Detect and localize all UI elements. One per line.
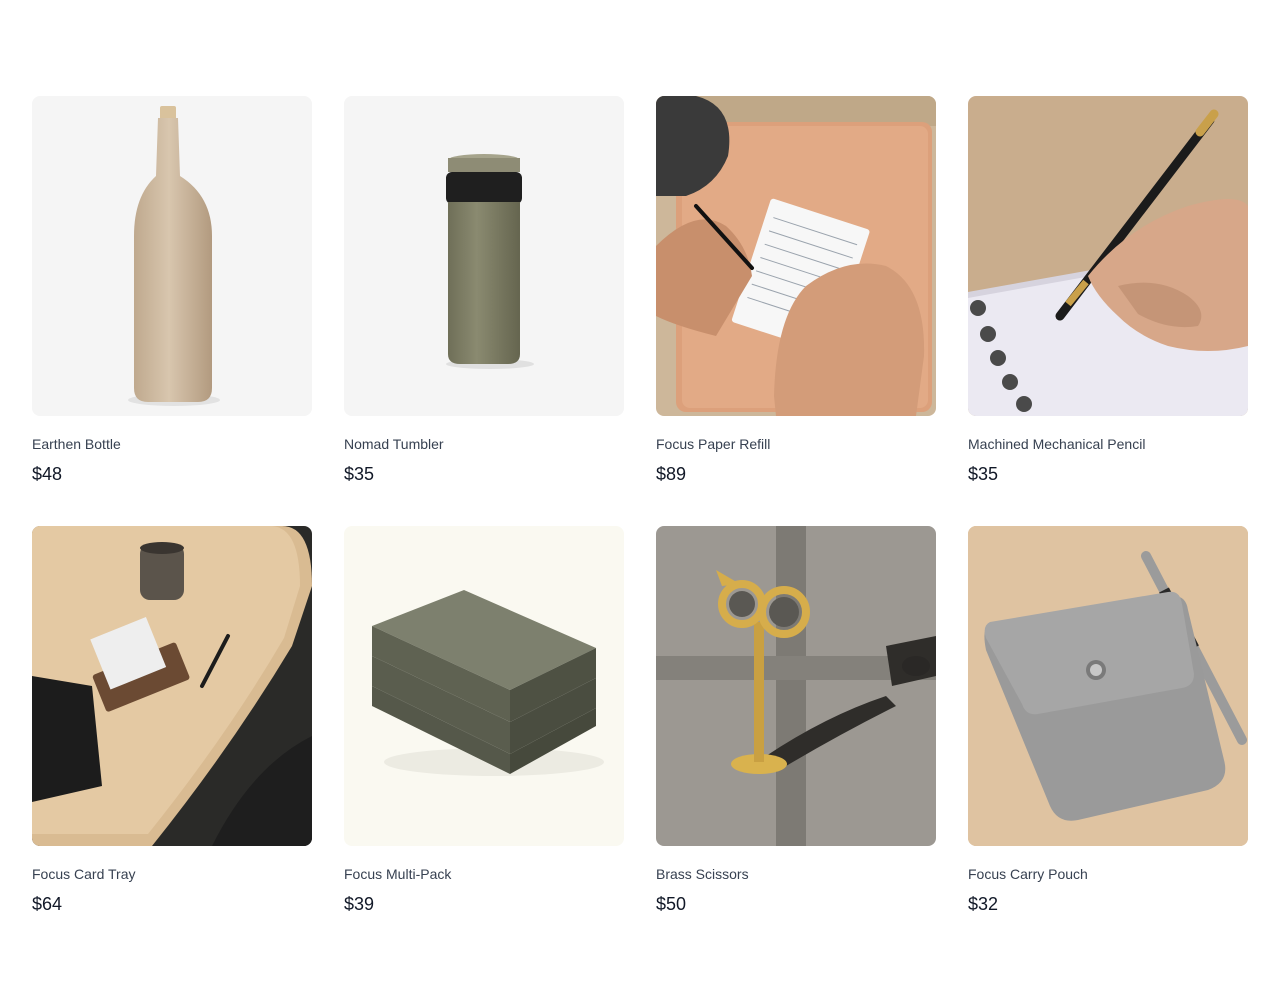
product-name: Focus Card Tray — [32, 866, 136, 882]
product-card[interactable]: Brass Scissors $50 — [656, 526, 936, 916]
product-name: Focus Paper Refill — [656, 436, 771, 452]
product-image[interactable] — [344, 96, 624, 416]
product-price: $35 — [344, 464, 375, 484]
product-image[interactable] — [344, 526, 624, 846]
product-card[interactable]: Nomad Tumbler $35 — [344, 96, 624, 486]
product-name: Focus Multi-Pack — [344, 866, 452, 882]
product-image[interactable] — [32, 526, 312, 846]
product-card[interactable]: Focus Paper Refill $89 — [656, 96, 936, 486]
product-price: $64 — [32, 894, 63, 914]
product-name: Machined Mechanical Pencil — [968, 436, 1146, 452]
product-image[interactable] — [968, 96, 1248, 416]
product-card[interactable]: Earthen Bottle $48 — [32, 96, 312, 486]
product-price: $35 — [968, 464, 999, 484]
product-grid: Earthen Bottle $48 Nomad Tumbler $35 Foc… — [32, 96, 1248, 916]
product-name: Earthen Bottle — [32, 436, 121, 452]
product-card[interactable]: Focus Carry Pouch $32 — [968, 526, 1248, 916]
product-price: $32 — [968, 894, 999, 914]
product-price: $48 — [32, 464, 63, 484]
product-image[interactable] — [656, 526, 936, 846]
product-price: $39 — [344, 894, 375, 914]
product-name: Nomad Tumbler — [344, 436, 444, 452]
product-image[interactable] — [32, 96, 312, 416]
product-name: Focus Carry Pouch — [968, 866, 1088, 882]
product-card[interactable]: Machined Mechanical Pencil $35 — [968, 96, 1248, 486]
product-image[interactable] — [656, 96, 936, 416]
product-card[interactable]: Focus Multi-Pack $39 — [344, 526, 624, 916]
product-image[interactable] — [968, 526, 1248, 846]
product-name: Brass Scissors — [656, 866, 749, 882]
product-card[interactable]: Focus Card Tray $64 — [32, 526, 312, 916]
product-price: $89 — [656, 464, 687, 484]
product-price: $50 — [656, 894, 687, 914]
